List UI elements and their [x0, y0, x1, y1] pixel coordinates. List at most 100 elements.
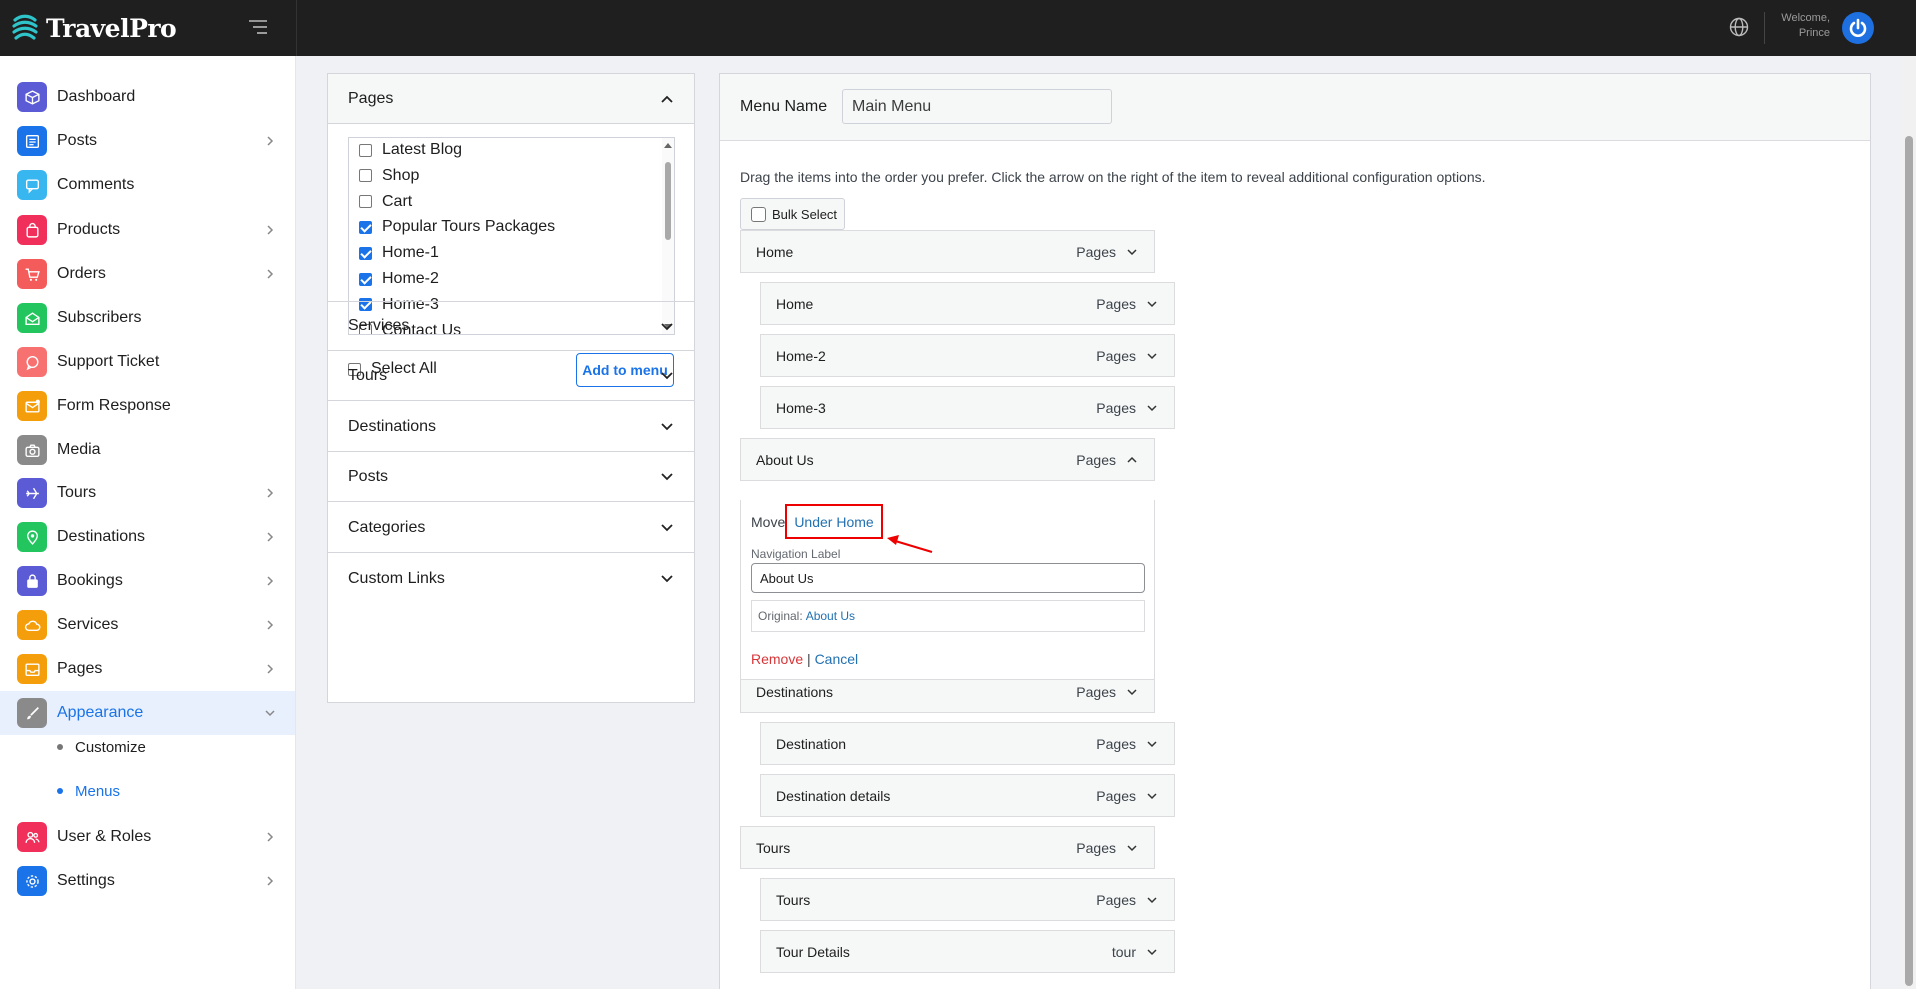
menu-name-input[interactable]: Main Menu: [842, 89, 1112, 124]
page-checkbox[interactable]: [359, 143, 372, 157]
sidebar-item-bookings[interactable]: Bookings: [0, 559, 295, 603]
newspaper-icon: [17, 126, 47, 156]
cancel-link[interactable]: Cancel: [815, 651, 859, 667]
menu-name-label: Menu Name: [740, 98, 828, 115]
move-under-home-link[interactable]: Under Home: [785, 504, 883, 539]
sidebar-item-orders[interactable]: Orders: [0, 252, 295, 296]
chevron-right-icon: [267, 664, 274, 674]
menu-item-type: tour: [1111, 944, 1136, 960]
bag-icon: [17, 215, 47, 245]
chevron-down-icon[interactable]: [1146, 298, 1158, 310]
accordion-destinations-header[interactable]: Destinations: [328, 402, 694, 452]
page-checkbox[interactable]: [359, 195, 372, 209]
navigation-label-input[interactable]: About Us: [751, 563, 1145, 593]
avatar[interactable]: [1842, 12, 1874, 44]
accordion-services-header[interactable]: Services: [328, 301, 694, 351]
chevron-down-icon[interactable]: [1126, 686, 1138, 698]
sidebar-item-services[interactable]: Services: [0, 603, 295, 647]
chevron-down-icon[interactable]: [1146, 738, 1158, 750]
gear-icon: [17, 866, 47, 896]
accordion-posts-header[interactable]: Posts: [328, 452, 694, 502]
sidebar-item-media[interactable]: Media: [0, 428, 295, 472]
sidebar-item-support-ticket[interactable]: Support Ticket: [0, 340, 295, 384]
menu-item[interactable]: Home-3 Pages: [760, 386, 1175, 429]
power-icon: [1849, 18, 1867, 37]
menu-item[interactable]: About Us Pages: [740, 438, 1155, 481]
menu-item[interactable]: Destination details Pages: [760, 774, 1175, 817]
menu-structure-panel: Menu Name Main Menu Drag the items into …: [719, 73, 1871, 989]
accordion-custom-links-header[interactable]: Custom Links: [328, 554, 694, 604]
chevron-down-icon[interactable]: [1146, 350, 1158, 362]
sidebar-item-dashboard[interactable]: Dashboard: [0, 75, 295, 119]
sidebar-item-settings[interactable]: Settings: [0, 859, 295, 903]
scroll-up-icon[interactable]: [664, 142, 672, 148]
sidebar-item-products[interactable]: Products: [0, 208, 295, 252]
accordion-pages-header[interactable]: Pages: [328, 74, 694, 124]
accordion-tours-header[interactable]: Tours: [328, 351, 694, 401]
pages-list-scroll-thumb[interactable]: [665, 162, 671, 240]
sidebar-item-tours[interactable]: Tours: [0, 471, 295, 515]
menu-item[interactable]: Home Pages: [760, 282, 1175, 325]
page-checklist-label: Latest Blog: [382, 141, 463, 158]
menu-item[interactable]: Tour Details tour: [760, 930, 1175, 973]
page-checkbox[interactable]: [359, 220, 372, 234]
page-checklist-item[interactable]: Popular Tours Packages: [359, 216, 555, 238]
menu-item[interactable]: Home-2 Pages: [760, 334, 1175, 377]
bulk-select-label: Bulk Select: [772, 206, 838, 222]
original-link[interactable]: About Us: [806, 609, 855, 623]
sidebar-item-comments[interactable]: Comments: [0, 163, 295, 207]
page-checklist-item[interactable]: Latest Blog: [359, 139, 462, 161]
menu-item-title: Destinations: [756, 683, 834, 700]
sidebar-item-subscribers[interactable]: Subscribers: [0, 296, 295, 340]
sidebar-subitem-customize[interactable]: Customize: [0, 727, 295, 767]
bulk-select-button[interactable]: Bulk Select: [740, 198, 845, 230]
chevron-down-icon[interactable]: [1146, 402, 1158, 414]
menu-item[interactable]: Home Pages: [740, 230, 1155, 273]
remove-link[interactable]: Remove: [751, 651, 803, 667]
globe-icon[interactable]: [1728, 16, 1750, 38]
page-checklist-item[interactable]: Cart: [359, 191, 412, 213]
chevron-right-icon: [267, 269, 274, 279]
page-scroll-thumb[interactable]: [1905, 136, 1913, 986]
sidebar-subitem-label: Menus: [75, 782, 121, 800]
page-checklist-item[interactable]: Shop: [359, 165, 419, 187]
sidebar-item-user-roles[interactable]: User & Roles: [0, 815, 295, 859]
sidebar-item-form-response[interactable]: Form Response: [0, 384, 295, 428]
accordion-title: Services: [348, 317, 410, 334]
top-bar: TravelPro Welcome, Prince: [0, 0, 1916, 56]
menu-item-type: Pages: [1076, 244, 1116, 260]
accordion-categories-header[interactable]: Categories: [328, 503, 694, 553]
menu-item[interactable]: Tours Pages: [740, 826, 1155, 869]
original-label: Original:: [758, 609, 803, 623]
page-checkbox[interactable]: [359, 246, 372, 260]
bullet-dot: [57, 788, 63, 794]
page-checklist-item[interactable]: Home-2: [359, 268, 439, 290]
inbox-icon: [17, 654, 47, 684]
menu-item[interactable]: Destination Pages: [760, 722, 1175, 765]
sidebar-item-label: Orders: [57, 265, 106, 282]
chevron-down-icon[interactable]: [1146, 790, 1158, 802]
sidebar-item-destinations[interactable]: Destinations: [0, 515, 295, 559]
page-scrollbar[interactable]: [1902, 56, 1916, 989]
chevron-up-icon[interactable]: [1126, 454, 1138, 466]
menu-toggle-icon[interactable]: [248, 18, 268, 36]
bulk-select-checkbox[interactable]: [751, 206, 766, 222]
page-checkbox[interactable]: [359, 272, 372, 286]
sidebar-item-label: Tours: [57, 484, 97, 501]
chevron-down-icon[interactable]: [1146, 946, 1158, 958]
chevron-right-icon: [267, 488, 274, 498]
chevron-down-icon[interactable]: [1126, 842, 1138, 854]
plane-icon: [17, 478, 47, 508]
move-label: Move: [751, 514, 786, 530]
sidebar-item-posts[interactable]: Posts: [0, 119, 295, 163]
page-checkbox[interactable]: [359, 169, 372, 183]
sidebar-item-pages[interactable]: Pages: [0, 647, 295, 691]
welcome-label: Welcome,: [1781, 12, 1830, 24]
page-checklist-item[interactable]: Home-1: [359, 242, 439, 264]
chevron-down-icon[interactable]: [1146, 894, 1158, 906]
menu-item[interactable]: Tours Pages: [760, 878, 1175, 921]
chevron-down-icon[interactable]: [1126, 246, 1138, 258]
sidebar-subitem-menus[interactable]: Menus: [0, 771, 295, 811]
chevron-down-icon: [661, 372, 673, 380]
menu-item-title: Destination details: [776, 787, 891, 804]
